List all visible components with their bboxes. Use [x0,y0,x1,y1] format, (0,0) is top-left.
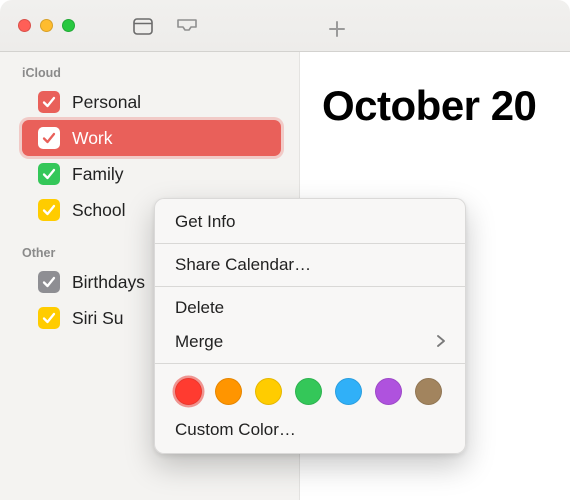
chevron-right-icon [437,332,445,352]
menu-item-delete[interactable]: Delete [155,291,465,325]
sidebar-item-label: Birthdays [72,272,145,293]
sidebar-item-label: Family [72,164,124,185]
check-icon [42,131,56,145]
menu-item-share-calendar[interactable]: Share Calendar… [155,248,465,282]
check-icon [42,311,56,325]
menu-color-row [155,368,465,413]
sidebar-item-work[interactable]: Work [22,120,281,156]
inbox-button[interactable] [169,12,205,40]
sidebar-item-label: School [72,200,126,221]
color-swatch-yellow[interactable] [255,378,282,405]
check-icon [42,95,56,109]
window-close-button[interactable] [18,19,31,32]
check-icon [42,167,56,181]
color-swatch-orange[interactable] [215,378,242,405]
color-swatch-blue[interactable] [335,378,362,405]
window-minimize-button[interactable] [40,19,53,32]
menu-item-label: Share Calendar… [175,255,311,275]
plus-icon [327,19,347,39]
menu-separator [155,363,465,364]
menu-item-label: Delete [175,298,224,318]
sidebar-item-label: Work [72,128,113,149]
checkbox[interactable] [38,127,60,149]
sidebar-item-label: Personal [72,92,141,113]
menu-item-custom-color[interactable]: Custom Color… [155,413,465,447]
calendars-toggle-button[interactable] [125,12,161,40]
month-title: October 20 [322,82,536,130]
checkbox[interactable] [38,91,60,113]
sidebar-item-family[interactable]: Family [0,156,299,192]
tray-icon [176,18,198,34]
menu-separator [155,286,465,287]
color-swatch-brown[interactable] [415,378,442,405]
traffic-lights [18,19,75,32]
menu-item-label: Custom Color… [175,420,296,440]
checkbox[interactable] [38,271,60,293]
add-event-button[interactable] [322,14,352,44]
sidebar-item-label: Siri Su [72,308,124,329]
sidebar-section-label: iCloud [0,62,299,84]
color-swatch-green[interactable] [295,378,322,405]
menu-separator [155,243,465,244]
menu-item-label: Get Info [175,212,235,232]
checkbox[interactable] [38,199,60,221]
checkbox[interactable] [38,163,60,185]
context-menu: Get Info Share Calendar… Delete Merge [154,198,466,454]
color-swatch-red[interactable] [175,378,202,405]
app-window: iCloud Personal Work Family [0,0,570,500]
checkbox[interactable] [38,307,60,329]
calendar-icon [133,17,153,35]
check-icon [42,203,56,217]
color-swatch-purple[interactable] [375,378,402,405]
menu-item-get-info[interactable]: Get Info [155,205,465,239]
window-body: iCloud Personal Work Family [0,52,570,500]
check-icon [42,275,56,289]
menu-item-merge[interactable]: Merge [155,325,465,359]
menu-item-label: Merge [175,332,223,352]
titlebar [0,0,570,52]
sidebar-item-personal[interactable]: Personal [0,84,299,120]
window-zoom-button[interactable] [62,19,75,32]
